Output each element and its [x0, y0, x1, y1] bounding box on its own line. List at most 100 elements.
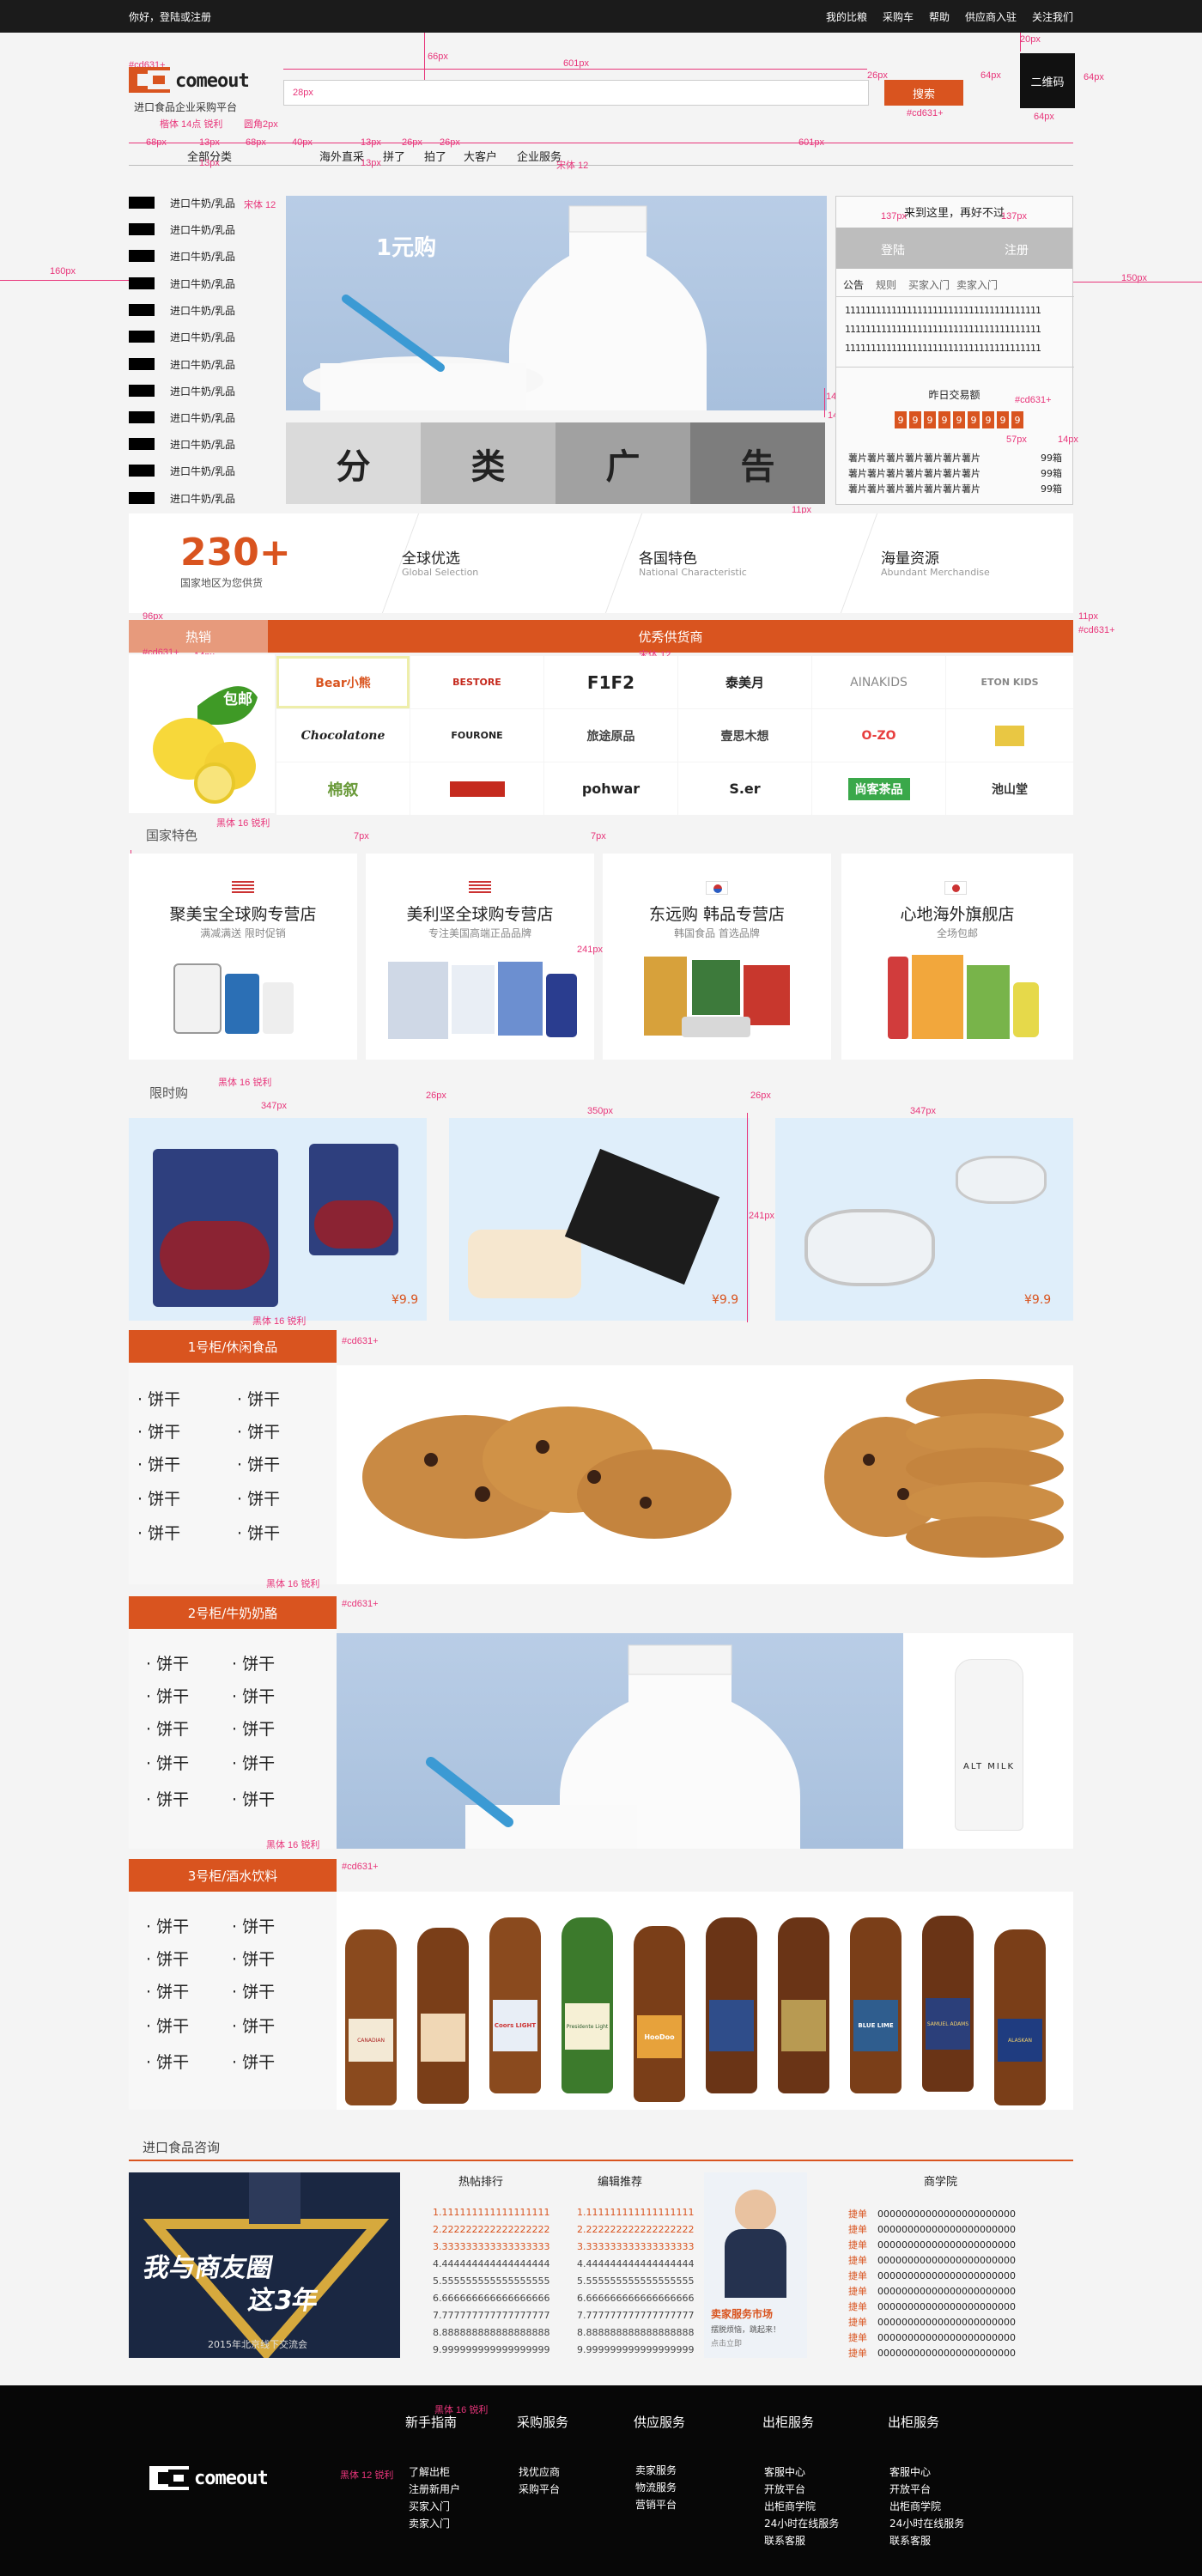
hot-post[interactable]: 3.333333333333333333: [433, 2241, 549, 2252]
brand-logo[interactable]: AINAKIDS: [812, 656, 945, 708]
top-link-help[interactable]: 帮助: [929, 9, 950, 24]
counter-link[interactable]: · 饼干: [237, 1452, 280, 1475]
footer-link[interactable]: 卖家服务: [635, 2463, 677, 2477]
brand-logo[interactable]: BESTORE: [410, 656, 543, 708]
footer-link[interactable]: 采购平台: [519, 2482, 560, 2496]
search-input[interactable]: 28px: [283, 80, 869, 106]
counter-link[interactable]: · 饼干: [232, 1684, 275, 1707]
counter-link[interactable]: · 饼干: [232, 1914, 275, 1937]
tab-notice[interactable]: 公告: [843, 277, 864, 292]
editor-pick[interactable]: 4.444444444444444444: [577, 2258, 694, 2269]
editor-pick[interactable]: 3.333333333333333333: [577, 2241, 694, 2252]
counter-link[interactable]: · 饼干: [237, 1486, 280, 1510]
top-link-supplier[interactable]: 供应商入驻: [965, 9, 1017, 24]
notice-line[interactable]: 11111111111111111111111111111111111111: [845, 343, 1041, 354]
brand-logo[interactable]: O-ZO: [812, 709, 945, 762]
trade-item-name[interactable]: 薯片薯片薯片薯片薯片薯片薯片: [848, 466, 980, 480]
editor-pick[interactable]: 7.777777777777777777: [577, 2310, 694, 2321]
shop-card[interactable]: 东远购 韩品专营店 韩国食品 首选品牌: [603, 854, 831, 1060]
flash-item[interactable]: ¥9.9: [129, 1118, 427, 1321]
counter-link[interactable]: · 饼干: [232, 1751, 275, 1774]
register-button[interactable]: 注册: [1005, 241, 1029, 258]
counter-link[interactable]: · 饼干: [137, 1486, 180, 1510]
brand-logo[interactable]: 旅途原品: [544, 709, 677, 762]
tab-rules[interactable]: 规则: [876, 277, 896, 292]
seller-service-link[interactable]: 点击立即: [711, 2337, 742, 2348]
counter-link[interactable]: · 饼干: [146, 1684, 189, 1707]
footer-link[interactable]: 联系客服: [889, 2533, 931, 2548]
sidebar-item[interactable]: 进口牛奶/乳品: [129, 301, 235, 319]
editor-pick[interactable]: 6.666666666666666666: [577, 2293, 694, 2304]
footer-link[interactable]: 开放平台: [889, 2482, 931, 2496]
brand-logo[interactable]: 尚客茶品: [812, 762, 945, 815]
shop-card[interactable]: 美利坚全球购专营店 专注美国高端正品品牌: [366, 854, 594, 1060]
tab-seller[interactable]: 卖家入门: [956, 277, 998, 292]
qr-code[interactable]: 二维码: [1020, 53, 1075, 108]
brand-logo[interactable]: Chocolatone: [276, 709, 410, 762]
business-school-item[interactable]: 捷单 00000000000000000000000: [848, 2330, 1016, 2344]
counter-banner-cookies[interactable]: [337, 1365, 1073, 1584]
footer-link[interactable]: 24小时在线服务: [764, 2516, 839, 2530]
category-ad-2[interactable]: 类: [421, 422, 555, 504]
counter-link[interactable]: · 饼干: [137, 1521, 180, 1544]
counter-link[interactable]: · 饼干: [237, 1419, 280, 1443]
brand-logo[interactable]: F1F2: [544, 656, 677, 708]
footer-link[interactable]: 买家入门: [409, 2499, 450, 2513]
sidebar-item[interactable]: 进口牛奶/乳品: [129, 355, 235, 373]
footer-logo[interactable]: comeout: [149, 2464, 282, 2494]
business-school-item[interactable]: 捷单 00000000000000000000000: [848, 2269, 1016, 2282]
brand-logo[interactable]: 壹思木想: [678, 709, 811, 762]
brand-logo[interactable]: S.er: [678, 762, 811, 815]
business-school-item[interactable]: 捷单 00000000000000000000000: [848, 2300, 1016, 2313]
hot-post[interactable]: 2.222222222222222222: [433, 2224, 549, 2235]
notice-line[interactable]: 11111111111111111111111111111111111111: [845, 305, 1041, 316]
top-link-cart[interactable]: 采购车: [883, 9, 914, 24]
business-school-item[interactable]: 捷单 00000000000000000000000: [848, 2284, 1016, 2298]
logo[interactable]: comeout: [129, 67, 259, 96]
category-ad-1[interactable]: 分: [286, 422, 421, 504]
hot-post[interactable]: 7.777777777777777777: [433, 2310, 549, 2321]
brand-logo-icon[interactable]: [410, 762, 543, 815]
seller-service-card[interactable]: 卖家服务市场 摆脱烦恼，跳起来！ 点击立即: [704, 2172, 807, 2358]
brand-logo-icon[interactable]: [946, 709, 1073, 762]
brand-logo[interactable]: ETON KIDS: [946, 656, 1073, 708]
sidebar-item[interactable]: 进口牛奶/乳品: [129, 489, 235, 507]
footer-link[interactable]: 联系客服: [764, 2533, 805, 2548]
counter-link[interactable]: · 饼干: [232, 2014, 275, 2037]
business-school-item[interactable]: 捷单 00000000000000000000000: [848, 2238, 1016, 2251]
counter-link[interactable]: · 饼干: [146, 2050, 189, 2073]
business-school-item[interactable]: 捷单 00000000000000000000000: [848, 2253, 1016, 2267]
hot-post[interactable]: 5.555555555555555555: [433, 2275, 549, 2287]
footer-link[interactable]: 24小时在线服务: [889, 2516, 964, 2530]
editor-pick[interactable]: 8.888888888888888888: [577, 2327, 694, 2338]
sidebar-item[interactable]: 进口牛奶/乳品: [129, 221, 235, 238]
sidebar-item[interactable]: 进口牛奶/乳品: [129, 435, 235, 453]
sidebar-item[interactable]: 进口牛奶/乳品: [129, 409, 235, 426]
business-school-item[interactable]: 捷单 00000000000000000000000: [848, 2315, 1016, 2329]
brand-logo[interactable]: 泰美月: [678, 656, 811, 708]
counter-link[interactable]: · 饼干: [146, 1979, 189, 2002]
main-banner[interactable]: 1元购: [286, 196, 827, 410]
counter-title[interactable]: 1号柜/休闲食品: [129, 1330, 337, 1363]
counter-link[interactable]: · 饼干: [146, 1751, 189, 1774]
counter-link[interactable]: · 饼干: [237, 1387, 280, 1410]
counter-link[interactable]: · 饼干: [232, 1947, 275, 1970]
footer-link[interactable]: 找优应商: [519, 2464, 560, 2479]
sidebar-item[interactable]: 进口牛奶/乳品: [129, 194, 235, 211]
brand-logo[interactable]: 池山堂: [946, 762, 1073, 815]
category-ad-4[interactable]: 告: [690, 422, 825, 504]
nav-group[interactable]: 拼了: [383, 148, 405, 164]
brand-logo[interactable]: FOURONE: [410, 709, 543, 762]
top-link-compare[interactable]: 我的比粮: [826, 9, 867, 24]
brand-logo[interactable]: pohwar: [544, 762, 677, 815]
tab-buyer[interactable]: 买家入门: [908, 277, 950, 292]
footer-link[interactable]: 卖家入门: [409, 2516, 450, 2530]
notice-line[interactable]: 11111111111111111111111111111111111111: [845, 324, 1041, 335]
editor-pick[interactable]: 2.222222222222222222: [577, 2224, 694, 2235]
shop-card[interactable]: 心地海外旗舰店 全场包邮: [841, 854, 1073, 1060]
shop-card[interactable]: 聚美宝全球购专营店 满减满送 限时促销: [129, 854, 357, 1060]
category-ad-3[interactable]: 广: [555, 422, 690, 504]
editor-pick[interactable]: 1.111111111111111111: [577, 2207, 694, 2218]
footer-link[interactable]: 了解出柜: [409, 2464, 450, 2479]
counter-title[interactable]: 2号柜/牛奶奶酪: [129, 1596, 337, 1629]
